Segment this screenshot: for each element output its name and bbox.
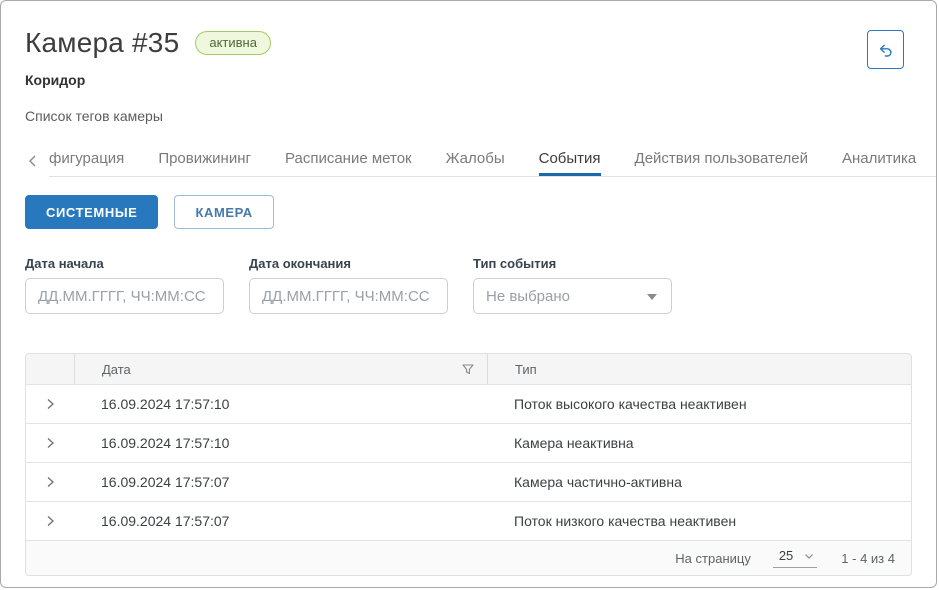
table-row[interactable]: 16.09.2024 17:57:10 Поток высокого качес…	[26, 384, 911, 423]
tab-mark-schedule[interactable]: Расписание меток	[285, 144, 412, 176]
type-column-header: Тип	[487, 354, 911, 384]
row-expand-icon[interactable]	[26, 436, 74, 450]
tab-events[interactable]: События	[539, 144, 601, 176]
date-end-label: Дата окончания	[249, 256, 448, 271]
event-date: 16.09.2024 17:57:10	[74, 396, 487, 412]
chevron-down-icon	[647, 294, 657, 300]
camera-location: Коридор	[25, 72, 912, 88]
tabs-scroll-left-icon[interactable]	[25, 144, 49, 177]
date-start-label: Дата начала	[25, 256, 224, 271]
camera-tags-label: Список тегов камеры	[25, 108, 912, 124]
back-button[interactable]	[867, 30, 904, 69]
table-row[interactable]: 16.09.2024 17:57:07 Камера частично-акти…	[26, 462, 911, 501]
chevron-down-icon	[803, 550, 815, 562]
filters: Дата начала Дата окончания Тип события Н…	[25, 256, 912, 314]
event-date: 16.09.2024 17:57:10	[74, 435, 487, 451]
event-type-select[interactable]: Не выбрано	[473, 278, 672, 314]
event-type: Поток высокого качества неактивен	[487, 396, 911, 412]
row-expand-icon[interactable]	[26, 397, 74, 411]
row-expand-icon[interactable]	[26, 514, 74, 528]
event-date: 16.09.2024 17:57:07	[74, 474, 487, 490]
event-date: 16.09.2024 17:57:07	[74, 513, 487, 529]
system-events-button[interactable]: СИСТЕМНЫЕ	[25, 195, 158, 229]
event-type-filter: Тип события Не выбрано	[473, 256, 672, 314]
events-table: Дата Тип 16.09.2024 17:57:10 Поток высок…	[25, 353, 912, 576]
pagination-range: 1 - 4 из 4	[841, 551, 895, 566]
camera-details-page: Камера #35 активна Коридор Список тегов …	[0, 0, 937, 588]
camera-events-button[interactable]: КАМЕРА	[174, 195, 273, 229]
tab-configuration[interactable]: фигурация	[49, 144, 124, 176]
tab-complaints[interactable]: Жалобы	[446, 144, 505, 176]
date-column-header: Дата	[74, 354, 487, 384]
date-start-input[interactable]	[25, 278, 224, 314]
per-page-select[interactable]: 25	[773, 548, 817, 568]
table-header: Дата Тип	[26, 354, 911, 384]
status-badge: активна	[195, 31, 271, 55]
table-row[interactable]: 16.09.2024 17:57:10 Камера неактивна	[26, 423, 911, 462]
tab-user-actions[interactable]: Действия пользователей	[635, 144, 808, 176]
row-expand-icon[interactable]	[26, 475, 74, 489]
table-pagination: На страницу 25 1 - 4 из 4	[26, 540, 911, 575]
date-column-label: Дата	[102, 362, 131, 377]
date-start-filter: Дата начала	[25, 256, 224, 314]
undo-arrow-icon	[876, 40, 896, 60]
tabs-strip: фигурация Провижининг Расписание меток Ж…	[49, 144, 937, 177]
type-column-label: Тип	[515, 362, 537, 377]
header: Камера #35 активна	[25, 27, 912, 59]
event-type-label: Тип события	[473, 256, 672, 271]
filter-funnel-icon[interactable]	[461, 362, 475, 376]
tab-provisioning[interactable]: Провижининг	[158, 144, 251, 176]
date-end-filter: Дата окончания	[249, 256, 448, 314]
page-title: Камера #35	[25, 27, 179, 59]
expander-column-header	[26, 354, 74, 384]
event-source-toggle: СИСТЕМНЫЕ КАМЕРА	[25, 195, 912, 229]
date-end-input[interactable]	[249, 278, 448, 314]
table-row[interactable]: 16.09.2024 17:57:07 Поток низкого качест…	[26, 501, 911, 540]
per-page-value: 25	[779, 548, 793, 563]
tabs-bar: фигурация Провижининг Расписание меток Ж…	[25, 144, 912, 177]
event-type: Камера неактивна	[487, 435, 911, 451]
event-type-select-value: Не выбрано	[486, 288, 570, 305]
per-page-label: На страницу	[675, 551, 751, 566]
event-type: Поток низкого качества неактивен	[487, 513, 911, 529]
tab-analytics[interactable]: Аналитика	[842, 144, 916, 176]
event-type: Камера частично-активна	[487, 474, 911, 490]
